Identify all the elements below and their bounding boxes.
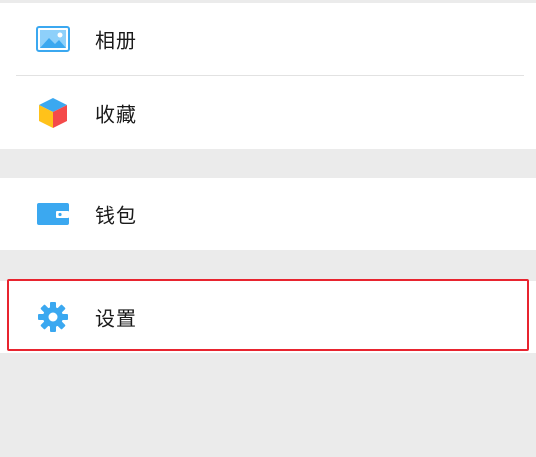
menu-item-settings[interactable]: 设置 (0, 281, 536, 353)
menu-item-settings-label: 设置 (95, 306, 137, 331)
photo-album-icon (36, 22, 70, 56)
menu-group-settings: 设置 (0, 281, 536, 353)
menu-item-wallet[interactable]: 钱包 (0, 178, 536, 250)
menu-item-favorites-label: 收藏 (95, 102, 137, 126)
menu-group-wallet: 钱包 (0, 178, 536, 250)
menu-item-album-label: 相册 (95, 28, 137, 53)
menu-item-favorites[interactable]: 收藏 (0, 76, 536, 149)
wallet-icon (36, 197, 70, 231)
gear-icon (36, 300, 70, 334)
menu-item-wallet-label: 钱包 (95, 203, 137, 228)
menu-item-album[interactable]: 相册 (0, 3, 536, 75)
favorites-cube-icon (36, 96, 70, 130)
menu-group-media: 相册 收藏 (0, 3, 536, 149)
